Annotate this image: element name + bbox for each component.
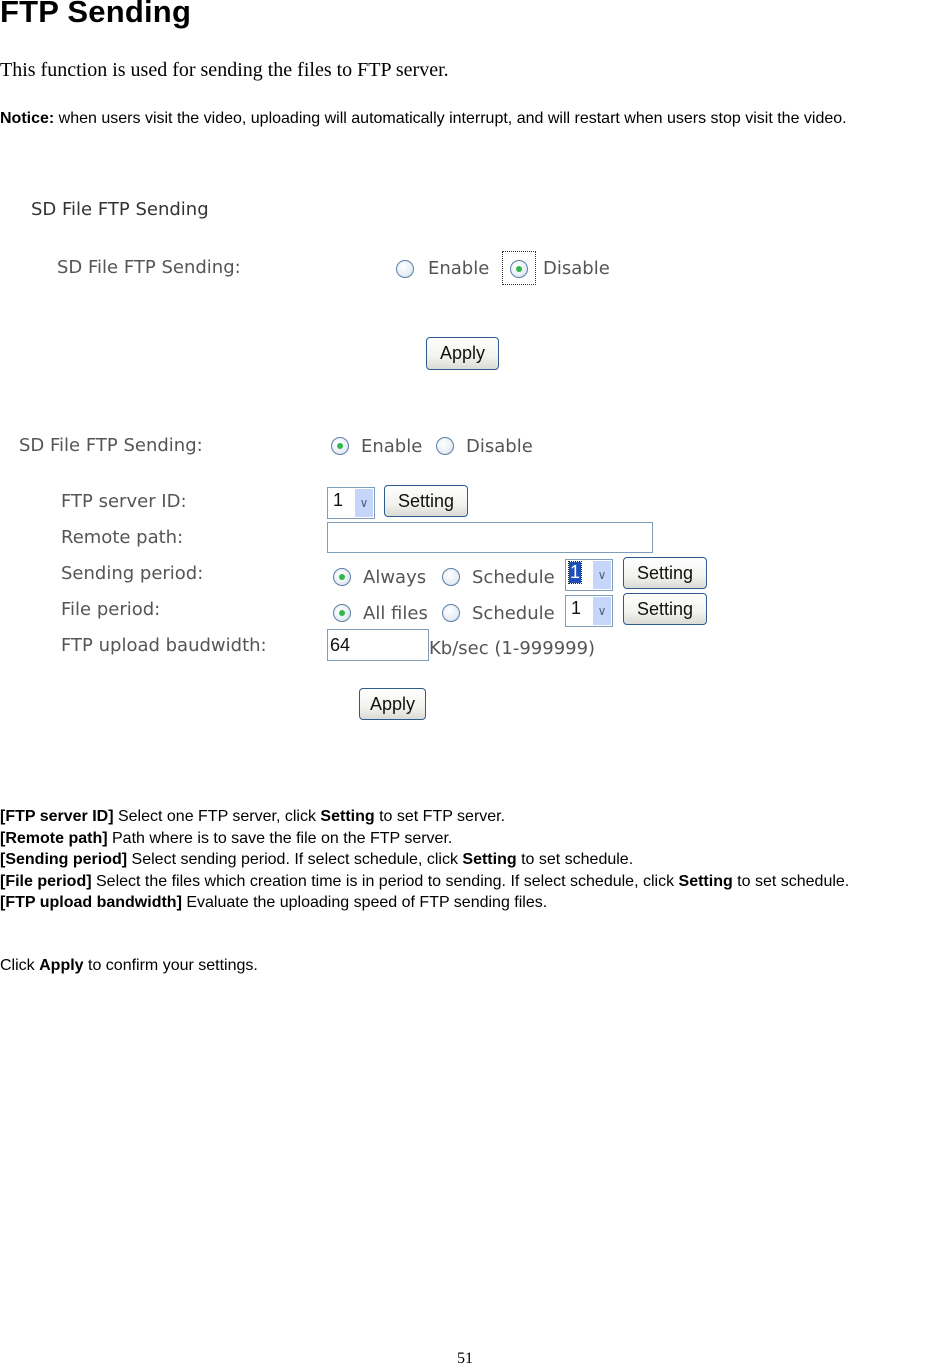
panel2-field-label: SD File FTP Sending: [19, 435, 203, 456]
panel1-disable-label: Disable [543, 258, 610, 279]
intro-text: This function is used for sending the fi… [0, 59, 449, 81]
remote-path-label: Remote path: [61, 527, 184, 548]
sending-period-schedule-radio[interactable] [442, 568, 460, 586]
panel1-apply-button[interactable]: Apply [426, 337, 499, 370]
description-text: to set schedule. [516, 851, 634, 868]
description-text: Path where is to save the file on the FT… [107, 829, 453, 847]
chevron-down-icon: ∨ [355, 489, 373, 517]
instruction-bold: Apply [39, 957, 84, 974]
description-text: Evaluate the uploading speed of FTP send… [181, 894, 548, 911]
file-period-schedule-label: Schedule [472, 603, 555, 624]
apply-instruction: Click Apply to confirm your settings. [0, 957, 258, 975]
description-item: [File period] Select the files which cre… [0, 871, 934, 893]
notice-label: Notice: [0, 110, 55, 127]
file-period-setting-button[interactable]: Setting [623, 593, 707, 625]
description-text: to set FTP server. [374, 808, 506, 825]
panel1-enable-label: Enable [428, 258, 490, 279]
description-bold: Setting [678, 872, 733, 890]
panel2-enable-radio[interactable] [331, 437, 349, 455]
file-period-schedule-value: 1 [571, 598, 582, 618]
ftp-server-id-select[interactable]: 1 ∨ [327, 487, 375, 519]
description-text: Select one FTP server, click [113, 808, 321, 825]
file-period-all-files-radio[interactable] [333, 604, 351, 622]
ftp-server-id-label: FTP server ID: [61, 491, 187, 512]
description-term: [Remote path] [0, 829, 108, 847]
file-period-label: File period: [61, 599, 161, 620]
notice-paragraph: Notice: when users visit the video, uplo… [0, 108, 934, 130]
sending-period-always-label: Always [363, 567, 427, 588]
description-term: [FTP server ID] [0, 808, 114, 825]
chevron-down-icon: ∨ [593, 597, 611, 625]
chevron-down-icon: ∨ [593, 561, 611, 589]
description-text: to set schedule. [732, 872, 850, 890]
description-term: [FTP upload bandwidth] [0, 894, 182, 911]
page-number: 51 [457, 1350, 473, 1367]
panel2-enable-label: Enable [361, 436, 423, 457]
sending-period-always-radio[interactable] [333, 568, 351, 586]
sending-period-setting-button[interactable]: Setting [623, 557, 707, 589]
description-text: Select the files which creation time is … [91, 872, 679, 890]
field-descriptions: [FTP server ID] Select one FTP server, c… [0, 806, 934, 914]
instruction-text: Click [0, 957, 40, 974]
description-bold: Setting [462, 851, 517, 868]
ftp-server-id-value: 1 [333, 490, 344, 510]
sending-period-schedule-value: 1 [567, 561, 583, 584]
file-period-schedule-radio[interactable] [442, 604, 460, 622]
description-item: [Sending period] Select sending period. … [0, 849, 934, 871]
file-period-all-files-label: All files [363, 603, 428, 624]
description-term: [Sending period] [0, 851, 128, 868]
bandwidth-input[interactable] [327, 629, 429, 661]
description-term: [File period] [0, 872, 92, 890]
bandwidth-unit: Kb/sec (1-999999) [429, 638, 596, 659]
panel1-field-label: SD File FTP Sending: [57, 257, 241, 278]
notice-text: when users visit the video, uploading wi… [54, 110, 847, 127]
panel2-disable-label: Disable [466, 436, 533, 457]
remote-path-input[interactable] [327, 522, 653, 553]
panel2-apply-button[interactable]: Apply [359, 688, 426, 720]
description-item: [FTP upload bandwidth] Evaluate the uplo… [0, 892, 934, 914]
panel2-disable-radio[interactable] [436, 437, 454, 455]
description-item: [Remote path] Path where is to save the … [0, 828, 934, 850]
ftp-server-setting-button[interactable]: Setting [384, 485, 468, 517]
sending-period-label: Sending period: [61, 563, 204, 584]
description-text: Select sending period. If select schedul… [127, 851, 463, 868]
panel1-enable-radio[interactable] [396, 260, 414, 278]
description-bold: Setting [320, 808, 375, 825]
panel1-title: SD File FTP Sending [31, 199, 209, 220]
page-title: FTP Sending [0, 0, 192, 29]
sending-period-schedule-label: Schedule [472, 567, 555, 588]
file-period-schedule-select[interactable]: 1 ∨ [565, 595, 613, 627]
bandwidth-label: FTP upload baudwidth: [61, 635, 267, 656]
panel1-disable-radio[interactable] [510, 260, 528, 278]
description-item: [FTP server ID] Select one FTP server, c… [0, 806, 934, 828]
sending-period-schedule-select[interactable]: 1 ∨ [565, 559, 613, 591]
instruction-text: to confirm your settings. [83, 957, 258, 974]
